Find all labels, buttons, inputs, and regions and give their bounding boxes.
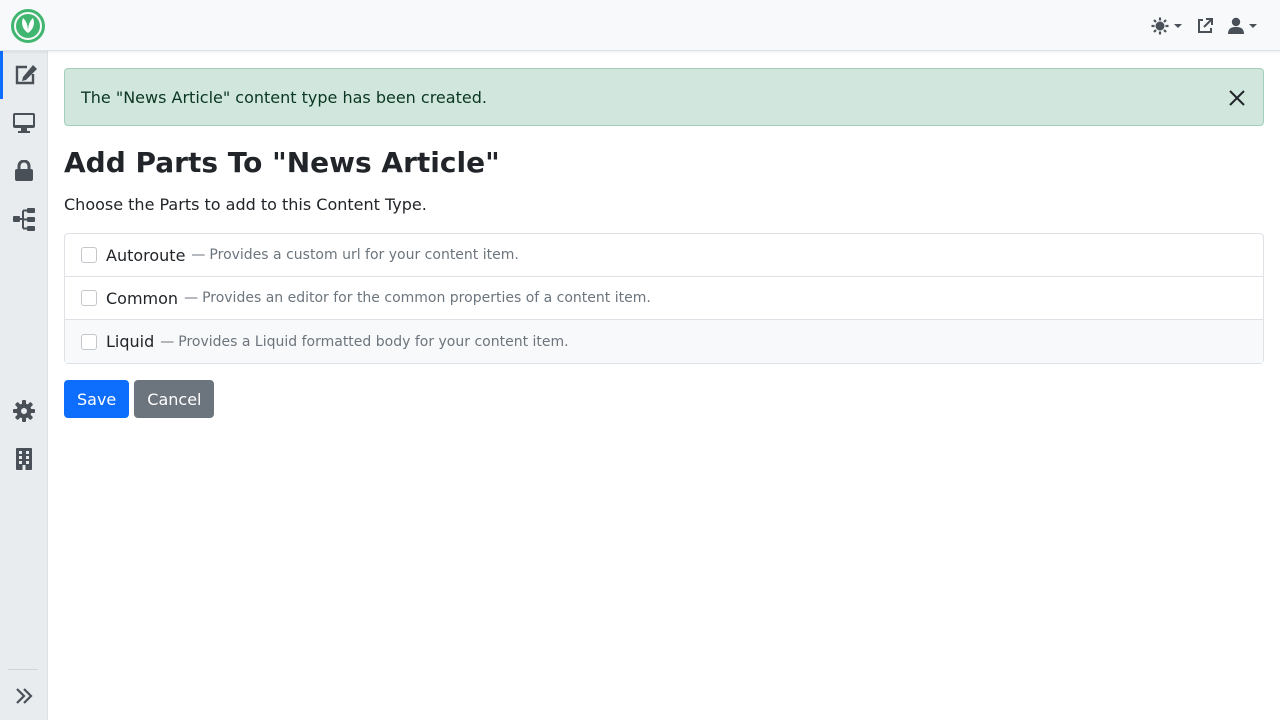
part-checkbox-autoroute[interactable] bbox=[81, 247, 97, 263]
list-item[interactable]: Autoroute — Provides a custom url for yo… bbox=[65, 234, 1263, 277]
part-separator: — bbox=[160, 333, 175, 350]
sidebar-item-structure[interactable] bbox=[0, 195, 48, 243]
part-name: Autoroute bbox=[106, 245, 186, 265]
top-navbar bbox=[0, 0, 1280, 51]
sidebar-item-security[interactable] bbox=[0, 147, 48, 195]
sidebar bbox=[0, 51, 48, 720]
gear-icon bbox=[13, 400, 35, 422]
edit-icon bbox=[15, 65, 37, 85]
close-icon[interactable] bbox=[1227, 88, 1247, 108]
user-menu-button[interactable] bbox=[1221, 0, 1264, 51]
lock-icon bbox=[15, 160, 33, 181]
cancel-button[interactable]: Cancel bbox=[134, 380, 215, 418]
page-subtitle: Choose the Parts to add to this Content … bbox=[64, 195, 427, 214]
list-item[interactable]: Liquid — Provides a Liquid formatted bod… bbox=[65, 320, 1263, 363]
sidebar-divider bbox=[8, 669, 38, 670]
parts-list: Autoroute — Provides a custom url for yo… bbox=[64, 233, 1264, 364]
part-description: Provides an editor for the common proper… bbox=[202, 290, 651, 306]
page-title: Add Parts To "News Article" bbox=[64, 146, 500, 179]
theme-toggle-button[interactable] bbox=[1144, 0, 1189, 51]
sitemap-icon bbox=[13, 208, 35, 231]
part-separator: — bbox=[191, 247, 206, 263]
part-description: Provides a Liquid formatted body for you… bbox=[178, 333, 569, 350]
building-icon bbox=[16, 448, 32, 470]
chevron-down-icon bbox=[1174, 23, 1182, 28]
logo-icon[interactable] bbox=[11, 9, 45, 43]
success-alert: The "News Article" content type has been… bbox=[64, 68, 1264, 126]
list-item[interactable]: Common — Provides an editor for the comm… bbox=[65, 277, 1263, 320]
part-separator: — bbox=[184, 290, 199, 306]
sidebar-item-configuration[interactable] bbox=[0, 387, 48, 435]
visit-site-button[interactable] bbox=[1189, 0, 1221, 51]
main-content: The "News Article" content type has been… bbox=[64, 68, 1264, 418]
desktop-icon bbox=[13, 113, 35, 133]
part-name: Common bbox=[106, 288, 179, 308]
sidebar-item-content[interactable] bbox=[0, 51, 48, 99]
part-checkbox-liquid[interactable] bbox=[81, 333, 97, 350]
sidebar-item-tenants[interactable] bbox=[0, 435, 48, 483]
sidebar-item-design[interactable] bbox=[0, 99, 48, 147]
sidebar-expand-button[interactable] bbox=[0, 672, 48, 720]
expand-icon bbox=[16, 688, 33, 704]
part-name: Liquid bbox=[106, 332, 155, 351]
theme-toggle-icon bbox=[1151, 17, 1169, 34]
user-icon bbox=[1228, 17, 1244, 34]
external-link-icon bbox=[1198, 17, 1213, 33]
chevron-down-icon bbox=[1249, 23, 1257, 28]
save-button[interactable]: Save bbox=[64, 380, 130, 418]
part-description: Provides a custom url for your content i… bbox=[209, 247, 519, 263]
alert-message: The "News Article" content type has been… bbox=[81, 87, 487, 107]
part-checkbox-common[interactable] bbox=[81, 290, 97, 306]
form-actions: Save Cancel bbox=[64, 380, 1264, 418]
